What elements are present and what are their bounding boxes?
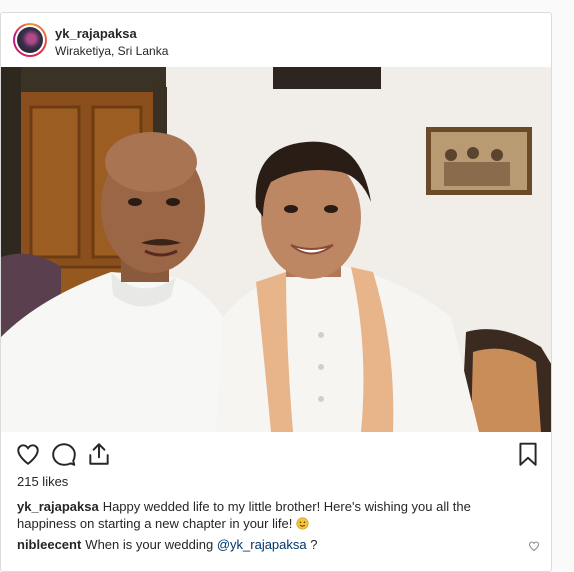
post-photo[interactable] — [1, 67, 551, 432]
post-username[interactable]: yk_rajapaksa — [55, 26, 137, 41]
post-caption: yk_rajapaksa Happy wedded life to my litt… — [17, 498, 527, 532]
smiling-face-emoji — [296, 517, 309, 530]
speech-bubble-icon[interactable] — [51, 441, 77, 467]
comment-username[interactable]: nibleecent — [17, 537, 81, 552]
post-actions — [1, 435, 551, 475]
post-header: yk_rajapaksa Wiraketiya, Sri Lanka — [1, 13, 551, 68]
share-icon[interactable] — [86, 441, 112, 467]
heart-icon[interactable] — [15, 441, 41, 467]
likes-count[interactable]: 215 likes — [17, 474, 68, 489]
avatar[interactable] — [13, 23, 47, 57]
comment-heart-icon[interactable] — [528, 539, 540, 552]
instagram-post: yk_rajapaksa Wiraketiya, Sri Lanka 215 l… — [0, 12, 552, 572]
comment-text: When is your wedding — [85, 537, 214, 552]
photo-image — [1, 67, 551, 432]
comment-item: nibleecent When is your wedding @yk_rajap… — [17, 536, 317, 553]
caption-username[interactable]: yk_rajapaksa — [17, 499, 99, 514]
comment-text-end: ? — [310, 537, 318, 552]
post-location[interactable]: Wiraketiya, Sri Lanka — [55, 44, 168, 58]
bookmark-icon[interactable] — [515, 441, 541, 467]
comment-mention[interactable]: @yk_rajapaksa — [217, 537, 307, 552]
